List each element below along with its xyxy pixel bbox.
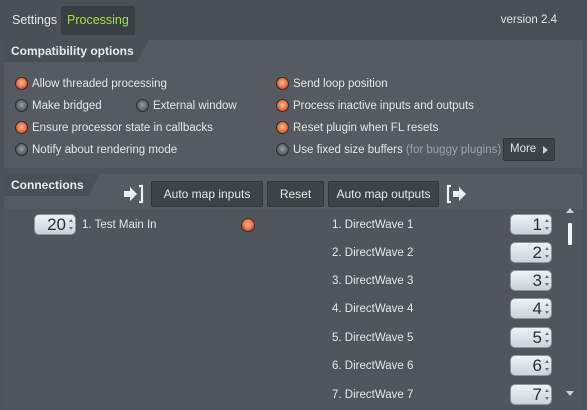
option-reset-plugin-when-fl-resets[interactable]: Reset plugin when FL resets xyxy=(276,121,456,135)
output-label: 6. DirectWave 6 xyxy=(332,360,414,372)
option-send-loop-position[interactable]: Send loop position xyxy=(276,77,426,91)
option-label: External window xyxy=(153,100,237,112)
spin-arrows-icon xyxy=(545,247,549,258)
radio-on-icon xyxy=(276,99,289,112)
option-label: Ensure processor state in callbacks xyxy=(32,122,213,134)
more-label: More xyxy=(510,143,537,155)
spin-arrows-icon xyxy=(545,219,549,230)
output-number-stepper[interactable]: 4 xyxy=(510,298,552,319)
spin-arrows-icon xyxy=(545,303,549,314)
spin-arrows-icon xyxy=(545,332,549,343)
output-row: 7. DirectWave 7 7 xyxy=(332,384,562,405)
output-number-value: 6 xyxy=(532,356,542,375)
tab-settings[interactable]: Settings xyxy=(6,6,63,35)
scroll-down-arrow-icon[interactable] xyxy=(566,391,574,396)
output-label: 2. DirectWave 2 xyxy=(332,247,414,259)
input-arrow-icon xyxy=(124,184,144,204)
tab-processing[interactable]: Processing xyxy=(61,6,135,35)
output-row: 4. DirectWave 4 4 xyxy=(332,298,562,319)
output-number-value: 5 xyxy=(532,328,542,347)
option-allow-threaded-processing[interactable]: Allow threaded processing xyxy=(15,77,195,91)
output-label: 7. DirectWave 7 xyxy=(332,389,414,401)
option-label: Reset plugin when FL resets xyxy=(293,122,439,134)
option-make-bridged[interactable]: Make bridged xyxy=(15,99,125,113)
output-number-stepper[interactable]: 3 xyxy=(510,270,552,291)
output-number-stepper[interactable]: 6 xyxy=(510,355,552,376)
option-use-fixed-size-buffers[interactable]: Use fixed size buffers (for buggy plugin… xyxy=(276,143,501,157)
radio-on-icon xyxy=(15,77,28,90)
option-label: Notify about rendering mode xyxy=(32,144,178,156)
output-number-stepper[interactable]: 5 xyxy=(510,327,552,348)
more-button[interactable]: More xyxy=(503,138,555,161)
option-label-wrap: Use fixed size buffers (for buggy plugin… xyxy=(293,143,501,157)
top-bar: Settings Processing version 2.4 xyxy=(0,0,587,40)
output-row: 6. DirectWave 6 6 xyxy=(332,355,562,376)
input-active-radio[interactable] xyxy=(241,218,255,232)
connections-title: Connections xyxy=(11,178,84,192)
output-number-stepper[interactable]: 1 xyxy=(510,214,552,235)
radio-off-icon xyxy=(136,99,149,112)
input-label: 1. Test Main In xyxy=(82,219,157,231)
compatibility-title: Compatibility options xyxy=(11,44,134,58)
output-number-value: 3 xyxy=(532,271,542,290)
radio-off-icon xyxy=(276,143,289,156)
compatibility-header: Compatibility options xyxy=(4,40,149,62)
radio-off-icon xyxy=(15,143,28,156)
radio-on-icon xyxy=(15,121,28,134)
option-label: Send loop position xyxy=(293,78,388,90)
connections-header: Connections xyxy=(4,174,100,196)
option-ensure-processor-state[interactable]: Ensure processor state in callbacks xyxy=(15,121,245,135)
reset-button[interactable]: Reset xyxy=(267,181,324,207)
output-arrow-icon xyxy=(446,184,466,204)
spin-arrows-icon xyxy=(545,360,549,371)
output-label: 3. DirectWave 3 xyxy=(332,275,414,287)
option-label: Process inactive inputs and outputs xyxy=(293,100,474,112)
output-row: 2. DirectWave 2 2 xyxy=(332,242,562,263)
option-label: Allow threaded processing xyxy=(32,78,167,90)
output-number-stepper[interactable]: 7 xyxy=(510,384,552,405)
option-hint: (for buggy plugins) xyxy=(405,144,502,156)
output-row: 1. DirectWave 1 1 xyxy=(332,214,562,235)
version-label: version 2.4 xyxy=(500,14,557,26)
spin-arrows-icon xyxy=(545,389,549,400)
auto-map-inputs-button[interactable]: Auto map inputs xyxy=(151,181,263,207)
output-number-value: 2 xyxy=(532,243,542,262)
output-number-value: 7 xyxy=(532,385,542,404)
chevron-right-icon xyxy=(543,146,548,154)
option-external-window[interactable]: External window xyxy=(136,99,246,113)
output-number-value: 1 xyxy=(532,215,542,234)
radio-on-icon xyxy=(276,77,289,90)
output-label: 5. DirectWave 5 xyxy=(332,332,414,344)
option-process-inactive-io[interactable]: Process inactive inputs and outputs xyxy=(276,99,496,113)
option-label: Make bridged xyxy=(32,100,102,112)
output-number-value: 4 xyxy=(532,299,542,318)
radio-off-icon xyxy=(15,99,28,112)
spin-arrows-icon xyxy=(545,275,549,286)
spin-arrows-icon xyxy=(69,219,73,230)
output-number-stepper[interactable]: 2 xyxy=(510,242,552,263)
input-number-stepper[interactable]: 20 xyxy=(34,214,76,235)
scroll-up-arrow-icon[interactable] xyxy=(566,208,574,213)
output-row: 5. DirectWave 5 5 xyxy=(332,327,562,348)
radio-on-icon xyxy=(276,121,289,134)
scrollbar-thumb[interactable] xyxy=(568,223,572,245)
auto-map-outputs-button[interactable]: Auto map outputs xyxy=(328,181,439,207)
output-label: 4. DirectWave 4 xyxy=(332,303,414,315)
output-label: 1. DirectWave 1 xyxy=(332,219,414,231)
input-number-value: 20 xyxy=(47,215,66,234)
output-row: 3. DirectWave 3 3 xyxy=(332,270,562,291)
option-label: Use fixed size buffers xyxy=(293,144,403,156)
option-notify-rendering-mode[interactable]: Notify about rendering mode xyxy=(15,143,205,157)
